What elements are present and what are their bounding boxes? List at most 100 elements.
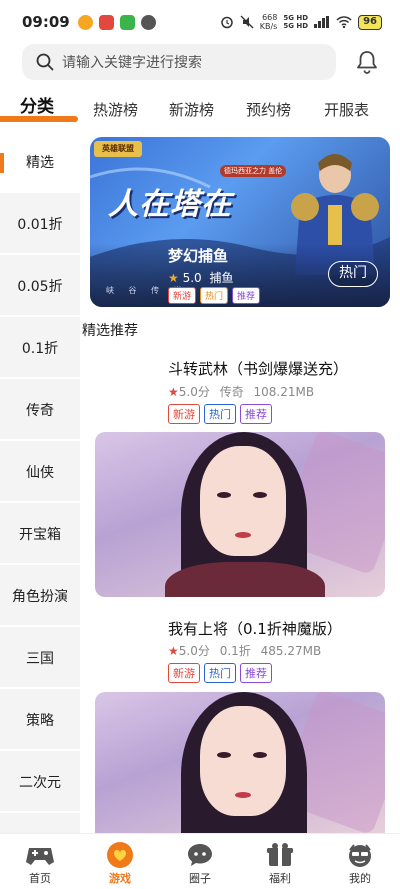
status-bar: 09:09 668 KB/s 5G HD 5G HD 96	[0, 0, 400, 44]
sidebar-item-legend[interactable]: 传奇	[0, 381, 80, 441]
nav-games[interactable]: 游戏	[80, 834, 160, 889]
art-lips	[235, 532, 251, 538]
signal-label: 5G HD	[283, 14, 309, 22]
tag-new: 新游	[168, 287, 197, 304]
sidebar-item-three-kingdoms[interactable]: 三国	[0, 629, 80, 689]
tab-reservation[interactable]: 预约榜	[246, 99, 291, 120]
nav-welfare[interactable]: 福利	[240, 834, 320, 889]
banner-tags: 新游 热门 推荐	[168, 287, 261, 304]
gamepad-home-icon	[26, 848, 54, 865]
net-speed: 668 KB/s	[260, 13, 278, 31]
sidebar-item-label: 角色扮演	[12, 589, 68, 605]
art-face	[200, 706, 286, 816]
search-icon	[36, 53, 54, 71]
section-title: 精选推荐	[82, 323, 138, 339]
game-rating: 5.0分	[178, 644, 210, 658]
nav-label: 圈子	[189, 872, 211, 885]
star-icon: ★	[168, 271, 179, 285]
mute-icon	[240, 15, 254, 29]
art-robe	[165, 562, 325, 597]
game-size: 108.21MB	[253, 385, 315, 399]
art-face	[200, 446, 286, 556]
tag-recommended: 推荐	[232, 287, 261, 304]
tag-hot: 热门	[204, 404, 236, 424]
sidebar-item-label: 三国	[26, 651, 54, 667]
game-tags: 新游 热门 推荐	[168, 663, 272, 683]
nav-community[interactable]: 圈子	[160, 834, 240, 889]
top-tabs: 分类 热游榜 新游榜 预约榜 开服表	[0, 92, 400, 128]
tab-server-schedule[interactable]: 开服表	[324, 99, 369, 120]
signal-label-2: 5G HD	[283, 22, 309, 30]
sidebar-item-label: 二次元	[19, 775, 61, 791]
notification-bell-icon[interactable]	[356, 50, 378, 74]
art-eye	[217, 492, 231, 498]
sidebar-item-label: 0.1折	[21, 341, 59, 357]
sidebar-item-label: 精选	[26, 155, 54, 171]
tag-recommended: 推荐	[240, 404, 272, 424]
game-cover-image[interactable]	[95, 432, 385, 597]
signal-group: 5G HD 5G HD	[283, 14, 308, 30]
art-eye	[217, 752, 231, 758]
game-size: 485.27MB	[260, 644, 322, 658]
nav-label: 游戏	[109, 872, 131, 885]
tab-hot-games[interactable]: 热游榜	[93, 99, 138, 120]
sidebar-item-strategy[interactable]: 策略	[0, 691, 80, 751]
game-title[interactable]: 斗转武林（书剑爆爆送充）	[168, 358, 348, 379]
search-placeholder: 请输入关键字进行搜索	[62, 55, 202, 71]
sidebar-item-label: 0.05折	[17, 279, 63, 295]
nav-home[interactable]: 首页	[0, 834, 80, 889]
banner-rating: ★ 5.0 捕鱼	[168, 269, 234, 286]
alarm-icon	[220, 16, 233, 29]
tag-new: 新游	[168, 663, 200, 683]
star-icon: ★	[168, 385, 179, 399]
profile-face-icon	[349, 844, 371, 867]
nav-profile[interactable]: 我的	[320, 834, 400, 889]
status-app-icons	[77, 14, 156, 30]
game-genre: 0.1折	[219, 644, 251, 658]
featured-banner[interactable]: 英雄联盟 德玛西亚之力 盖伦 人在塔在 峡 谷 传 说 梦幻捕鱼 ★ 5.0 捕…	[90, 137, 390, 307]
sidebar-item-xianxia[interactable]: 仙侠	[0, 443, 80, 503]
banner-genre: 捕鱼	[209, 271, 234, 285]
sidebar-item-label: 仙侠	[26, 465, 54, 481]
tag-hot: 热门	[200, 287, 229, 304]
search-input[interactable]: 请输入关键字进行搜索	[22, 44, 336, 80]
sidebar-item-label: 0.01折	[17, 217, 63, 233]
sidebar-item-anime[interactable]: 二次元	[0, 753, 80, 813]
sidebar-item-featured[interactable]: 精选	[0, 133, 80, 193]
banner-subtitle: 德玛西亚之力 盖伦	[220, 165, 287, 177]
banner-game-name: 梦幻捕鱼	[168, 247, 229, 265]
tag-new: 新游	[168, 404, 200, 424]
game-tags: 新游 热门 推荐	[168, 404, 272, 424]
net-speed-value: 668	[262, 13, 278, 22]
app-notification-icon	[119, 14, 135, 30]
chat-bubble-icon	[188, 844, 212, 866]
app-notification-icon	[98, 14, 114, 30]
wifi-icon	[336, 16, 352, 28]
sidebar-item-0-05-discount[interactable]: 0.05折	[0, 257, 80, 317]
sidebar-item-0-1-discount[interactable]: 0.1折	[0, 319, 80, 379]
star-icon: ★	[168, 644, 179, 658]
game-cover-image[interactable]	[95, 692, 385, 833]
banner-art-title: 人在塔在	[108, 187, 232, 222]
gift-icon	[267, 843, 293, 866]
battery-indicator: 96	[358, 14, 382, 30]
sidebar-item-label: 传奇	[26, 403, 54, 419]
art-eye	[253, 492, 267, 498]
status-time: 09:09	[22, 13, 70, 31]
banner-hot-button[interactable]: 热门	[328, 261, 378, 287]
nav-label: 首页	[29, 872, 51, 885]
tag-hot: 热门	[204, 663, 236, 683]
active-category-marker	[0, 153, 4, 173]
sidebar-item-rpg[interactable]: 角色扮演	[0, 567, 80, 627]
category-sidebar: 精选 0.01折 0.05折 0.1折 传奇 仙侠 开宝箱 角色扮演 三国 策略…	[0, 133, 80, 833]
tab-category[interactable]: 分类	[20, 92, 54, 117]
sidebar-item-treasure-box[interactable]: 开宝箱	[0, 505, 80, 565]
game-rating: 5.0分	[178, 385, 210, 399]
game-title[interactable]: 我有上将（0.1折神魔版）	[168, 618, 342, 639]
banner-rating-value: 5.0	[182, 271, 202, 285]
sidebar-item-label: 策略	[26, 713, 54, 729]
sidebar-item-0-01-discount[interactable]: 0.01折	[0, 195, 80, 255]
art-lips	[235, 792, 251, 798]
game-meta: ★5.0分 0.1折 485.27MB	[168, 642, 321, 659]
tab-new-games[interactable]: 新游榜	[169, 99, 214, 120]
